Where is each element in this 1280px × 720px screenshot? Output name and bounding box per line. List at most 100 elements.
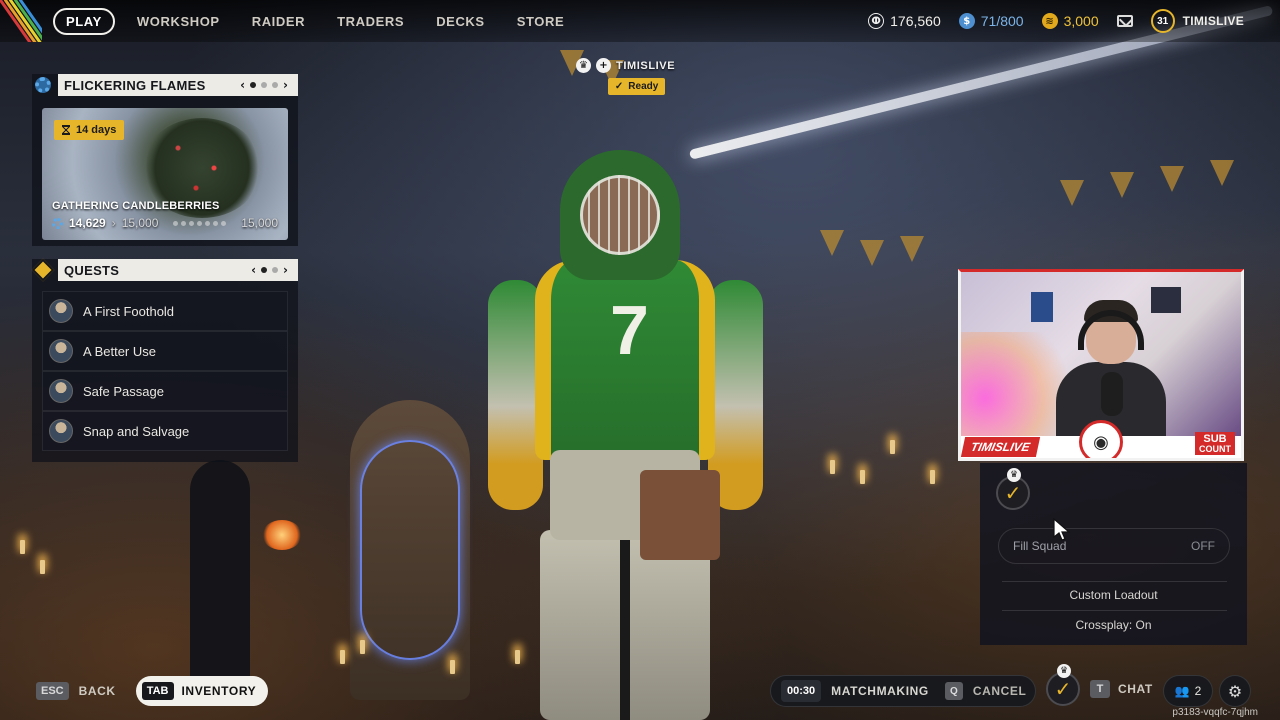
raider-tokens-display[interactable]: $ 71/800	[958, 13, 1024, 29]
progress-end: 15,000	[241, 216, 278, 230]
raider-tokens-value: 71/800	[980, 13, 1024, 29]
pager-dot[interactable]	[272, 82, 279, 88]
quest-item[interactable]: A Better Use	[42, 331, 288, 371]
mail-icon[interactable]	[1116, 15, 1133, 27]
cancel-label: CANCEL	[972, 684, 1027, 698]
quest-list: A First Foothold A Better Use Safe Passa…	[42, 291, 288, 451]
squad-member-tag: ♛ + TIMISLIVE ✓ Ready	[576, 58, 675, 95]
raider-character: 7	[488, 150, 763, 720]
custom-loadout-button[interactable]: Custom Loadout	[980, 588, 1247, 602]
quest-giver-avatar	[49, 379, 73, 403]
nav-workshop[interactable]: WORKSHOP	[121, 14, 236, 29]
event-panel: FLICKERING FLAMES ‹ › 14 days GATHERING …	[32, 74, 298, 246]
bunting-flag	[860, 240, 884, 266]
bunting-flag	[1160, 166, 1184, 192]
chevron-left-icon[interactable]: ‹	[240, 78, 245, 92]
pager-dot[interactable]	[261, 82, 268, 88]
event-timer-badge: 14 days	[54, 120, 125, 140]
settings-button[interactable]: ⚙	[1219, 675, 1251, 707]
inventory-label: INVENTORY	[181, 684, 257, 698]
pager-dot[interactable]	[250, 82, 257, 88]
nav-store[interactable]: STORE	[501, 14, 581, 29]
crown-icon: ♛	[1057, 664, 1071, 678]
candle	[930, 470, 935, 484]
matchmaking-bar: 00:30 MATCHMAKING Q CANCEL	[770, 675, 1036, 707]
bunting-flag	[1060, 180, 1084, 206]
friends-count: 2	[1194, 684, 1202, 698]
quest-item[interactable]: Safe Passage	[42, 371, 288, 411]
divider	[1002, 581, 1227, 582]
chevron-right-icon: ›	[111, 216, 116, 230]
currency-bar: ⵀ 176,560 $ 71/800 ≋ 3,000 31 TIMISLIVE	[868, 0, 1280, 42]
event-pager: ‹ ›	[240, 78, 298, 92]
progress-target: 15,000	[121, 216, 159, 230]
candle	[360, 640, 365, 654]
event-card[interactable]: 14 days GATHERING CANDLEBERRIES 14,629 ›…	[42, 108, 288, 240]
microphone	[1101, 372, 1123, 416]
pager-dot[interactable]	[261, 267, 268, 273]
progress-pips	[164, 220, 235, 226]
quests-panel: QUESTS ‹ › A First Foothold A Better Use…	[31, 258, 298, 462]
background-figure	[190, 460, 250, 700]
quest-giver-avatar	[49, 419, 73, 443]
chevron-right-icon[interactable]: ›	[283, 263, 288, 277]
quest-label: Snap and Salvage	[83, 423, 190, 439]
ready-status-text: Ready	[628, 81, 659, 92]
cancel-matchmaking-button[interactable]: Q CANCEL	[939, 682, 1027, 700]
pager-dot[interactable]	[272, 267, 279, 273]
quest-item[interactable]: A First Foothold	[42, 291, 288, 331]
nav-raider[interactable]: RAIDER	[236, 14, 321, 29]
player-username: TIMISLIVE	[1182, 14, 1244, 28]
candle	[890, 440, 895, 454]
quest-item[interactable]: Snap and Salvage	[42, 411, 288, 451]
checkmark-icon: ✓	[1054, 677, 1072, 701]
squad-rank-badge[interactable]: ♛ ✓	[996, 468, 1030, 510]
event-progress: 14,629 › 15,000 15,000	[52, 216, 278, 230]
checkmark-icon: ✓	[1004, 481, 1022, 505]
bulldog-logo: ◉	[1079, 420, 1123, 458]
inventory-button[interactable]: TAB INVENTORY	[135, 676, 269, 706]
candle	[450, 660, 455, 674]
event-panel-header: FLICKERING FLAMES ‹ ›	[35, 74, 298, 96]
top-navigation-bar: PLAY WORKSHOP RAIDER TRADERS DECKS STORE…	[0, 0, 1280, 42]
brand-stripes-logo	[0, 0, 42, 42]
robed-statue	[350, 400, 470, 700]
chevron-right-icon[interactable]: ›	[283, 78, 288, 92]
quests-title: QUESTS	[64, 262, 120, 278]
player-level-badge: 31	[1150, 9, 1175, 33]
nav-decks[interactable]: DECKS	[420, 14, 501, 29]
bunting-flag	[1210, 160, 1234, 186]
coins-display[interactable]: ≋ 3,000	[1041, 13, 1099, 29]
chat-button[interactable]: T CHAT	[1090, 680, 1153, 698]
fill-squad-toggle[interactable]: Fill Squad OFF	[998, 528, 1230, 564]
tab-key-hint: TAB	[141, 682, 174, 700]
matchmaking-label: MATCHMAKING	[831, 684, 929, 698]
chat-label: CHAT	[1118, 682, 1153, 696]
plus-icon[interactable]: +	[596, 58, 611, 73]
event-objective-name: GATHERING CANDLEBERRIES	[52, 200, 220, 212]
quest-label: Safe Passage	[83, 383, 164, 399]
coins-value: 3,000	[1063, 13, 1099, 29]
squad-ready-badge[interactable]: ♛ ✓	[1046, 664, 1080, 706]
quests-panel-header: QUESTS ‹ ›	[31, 258, 298, 282]
credits-display[interactable]: ⵀ 176,560	[868, 13, 941, 29]
crown-icon: ♛	[1007, 468, 1021, 482]
event-gear-icon	[52, 217, 63, 229]
profile-button[interactable]: 31 TIMISLIVE	[1150, 9, 1244, 33]
ready-status-badge: ✓ Ready	[607, 78, 666, 95]
nav-play[interactable]: PLAY	[53, 7, 115, 35]
nav-traders[interactable]: TRADERS	[321, 14, 420, 29]
raider-token-icon: $	[958, 13, 975, 29]
squad-member-name: TIMISLIVE	[616, 59, 676, 72]
chevron-left-icon[interactable]: ‹	[251, 263, 256, 277]
divider	[1002, 610, 1227, 611]
back-label: BACK	[78, 684, 116, 698]
crossplay-toggle[interactable]: Crossplay: On	[980, 618, 1247, 632]
hourglass-icon	[62, 125, 70, 135]
squad-options-panel: ♛ ✓ Fill Squad OFF Custom Loadout Crossp…	[980, 463, 1247, 645]
back-button[interactable]: ESC BACK	[36, 682, 116, 700]
esc-key-hint: ESC	[36, 682, 69, 700]
event-gear-icon	[35, 77, 51, 93]
credits-icon: ⵀ	[868, 13, 885, 29]
friends-button[interactable]: 👥 2	[1163, 675, 1213, 707]
